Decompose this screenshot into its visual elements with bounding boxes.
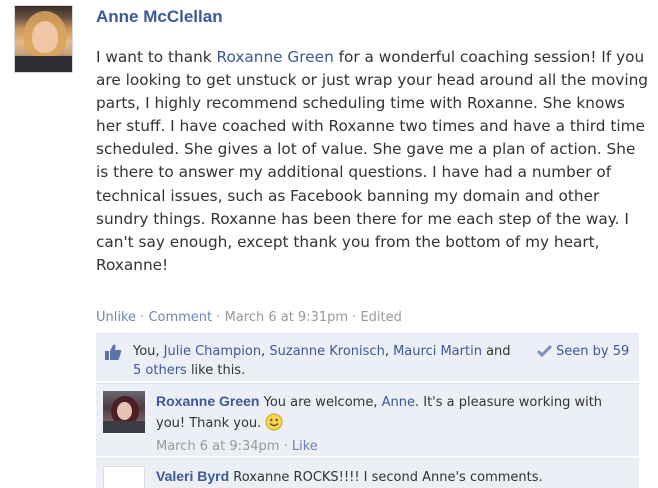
comment-author[interactable]: Valeri Byrd: [156, 468, 229, 484]
commenter-avatar[interactable]: [103, 466, 145, 488]
commenter-avatar[interactable]: [103, 391, 145, 433]
unlike-link[interactable]: Unlike: [96, 310, 136, 325]
edited-label[interactable]: Edited: [360, 310, 401, 325]
comma: ,: [384, 344, 394, 359]
comment-like-link[interactable]: Like: [292, 439, 318, 454]
separator: ·: [279, 439, 292, 454]
others-link[interactable]: 5 others: [133, 363, 187, 378]
comment-timestamp[interactable]: March 6 at 9:34pm: [156, 439, 279, 454]
mention-link[interactable]: Anne: [382, 395, 415, 410]
comment-item: Roxanne Green You are welcome, Anne. It'…: [96, 383, 639, 456]
seen-by[interactable]: Seen by 59: [537, 342, 629, 361]
post-author-name[interactable]: Anne McClellan: [96, 7, 223, 27]
comment-text: Roxanne ROCKS!!!! I second Anne's commen…: [229, 470, 543, 485]
post-actions: Unlike · Comment · March 6 at 9:31pm · E…: [96, 310, 402, 325]
smiley-icon: [265, 413, 283, 431]
post-text: I want to thank Roxanne Green for a wond…: [96, 46, 652, 277]
seen-by-label[interactable]: Seen by 59: [556, 344, 629, 359]
likes-suffix: like this.: [186, 363, 246, 378]
comment-item: Valeri Byrd Roxanne ROCKS!!!! I second A…: [96, 458, 639, 488]
likes-text: You, Julie Champion, Suzanne Kronisch, M…: [133, 342, 513, 380]
comment-meta: March 6 at 9:34pm · Like: [156, 436, 626, 457]
comment-body: Valeri Byrd Roxanne ROCKS!!!! I second A…: [156, 466, 626, 488]
comment-text: You are welcome,: [259, 395, 382, 410]
likes-prefix: You,: [133, 344, 164, 359]
liker-link[interactable]: Julie Champion: [164, 344, 261, 359]
liker-link[interactable]: Suzanne Kronisch: [269, 344, 384, 359]
separator: ·: [212, 310, 225, 325]
liker-link[interactable]: Maurci Martin: [393, 344, 482, 359]
likes-conj: and: [481, 344, 511, 359]
post-text-part: I want to thank: [96, 48, 217, 66]
comment-author[interactable]: Roxanne Green: [156, 393, 259, 409]
separator: ·: [348, 310, 361, 325]
mention-link[interactable]: Roxanne Green: [217, 48, 334, 66]
likes-summary: You, Julie Champion, Suzanne Kronisch, M…: [96, 333, 639, 381]
separator: ·: [136, 310, 149, 325]
author-avatar[interactable]: [14, 5, 73, 73]
post-text-part: for a wonderful coaching session! If you…: [96, 48, 648, 274]
post-timestamp[interactable]: March 6 at 9:31pm: [225, 310, 348, 325]
comment-link[interactable]: Comment: [148, 310, 212, 325]
checkmark-icon: [537, 344, 552, 357]
thumbs-up-icon: [105, 344, 122, 360]
comment-body: Roxanne Green You are welcome, Anne. It'…: [156, 391, 626, 457]
